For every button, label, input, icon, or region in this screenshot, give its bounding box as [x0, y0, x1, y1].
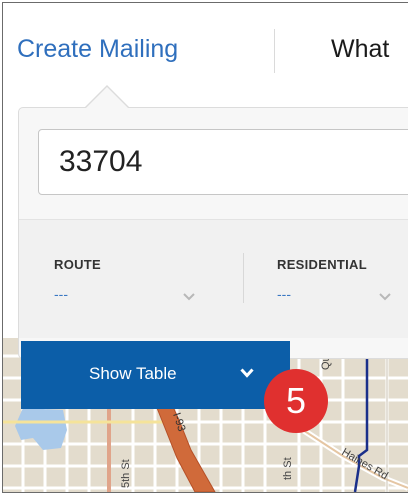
filter-row — [19, 220, 408, 338]
zip-search-input[interactable] — [38, 129, 408, 195]
filter-divider — [243, 253, 244, 303]
tab-divider — [274, 29, 275, 73]
street-label-5th-st: 5th St — [120, 459, 132, 488]
chevron-down-icon — [240, 368, 254, 378]
tab-what[interactable]: What — [331, 35, 389, 64]
tab-create-mailing[interactable]: Create Mailing — [17, 35, 178, 64]
step-badge: 5 — [264, 369, 328, 433]
filter-route-label: ROUTE — [54, 257, 101, 272]
route-chevron-down-icon[interactable] — [183, 293, 195, 301]
tab-bar: Create Mailing What — [3, 3, 408, 95]
residential-chevron-down-icon[interactable] — [379, 293, 391, 301]
filter-residential-label: RESIDENTIAL — [277, 257, 367, 272]
show-table-button[interactable]: Show Table — [21, 341, 290, 409]
app-frame: Create Mailing What 5th St I-93 Qu th St… — [2, 2, 408, 493]
panel-pointer-fill — [85, 87, 129, 109]
filter-residential-value[interactable]: --- — [277, 286, 291, 302]
street-label-th-st: th St — [282, 457, 294, 480]
show-table-label: Show Table — [89, 364, 177, 383]
filter-route-value[interactable]: --- — [54, 286, 68, 302]
